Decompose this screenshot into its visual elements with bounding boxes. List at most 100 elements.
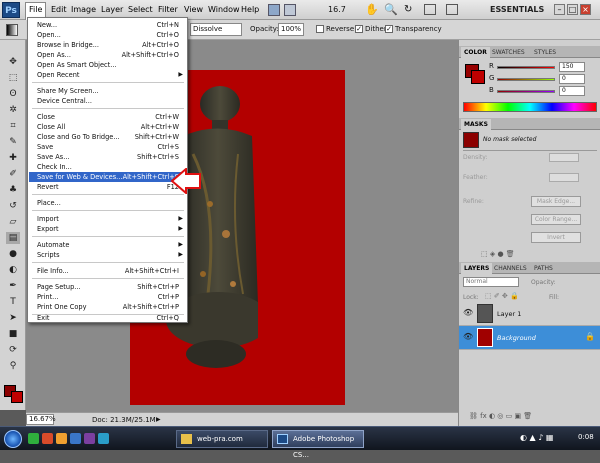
system-tray-icons[interactable]: ◐ ▲ ♪ ▦ <box>520 433 553 442</box>
magic-wand-tool-icon[interactable]: ✲ <box>6 104 20 116</box>
zoom-readout[interactable]: 16.7 <box>328 5 346 14</box>
zoom-tool-icon[interactable]: ⚲ <box>6 360 20 372</box>
blur-tool-icon[interactable]: ● <box>6 248 20 260</box>
bridge-icon[interactable] <box>268 4 280 16</box>
dither-checkbox[interactable]: ✓ <box>355 25 363 33</box>
menu-item-close[interactable]: Close Ctrl+W <box>29 112 186 122</box>
background-color-swatch[interactable] <box>471 70 485 84</box>
menu-item-page-setup[interactable]: Page Setup... Shift+Ctrl+P <box>29 282 186 292</box>
opacity-field[interactable]: 100% <box>278 23 304 36</box>
menu-item-place[interactable]: Place... <box>29 198 186 208</box>
green-value-field[interactable]: 0 <box>559 74 585 84</box>
green-slider[interactable] <box>497 78 555 81</box>
blue-slider[interactable] <box>497 90 555 93</box>
menu-item-exit[interactable]: Exit Ctrl+Q <box>29 314 186 323</box>
tab-paths[interactable]: PATHS <box>531 263 556 274</box>
status-menu-arrow-icon[interactable]: ▶ <box>156 416 161 423</box>
start-button[interactable] <box>4 430 22 448</box>
layer-footer-icons[interactable]: ⛓ fx ◐ ◎ ▭ ▣ 🗑 <box>469 412 532 420</box>
lock-icons[interactable]: ⬚ ✐ ✥ 🔒 <box>485 292 519 300</box>
quicklaunch-icon[interactable] <box>56 433 67 444</box>
rotate-view-icon[interactable]: ↻ <box>404 4 412 15</box>
tab-masks[interactable]: MASKS <box>461 119 491 130</box>
brush-tool-icon[interactable]: ✐ <box>6 168 20 180</box>
taskbar-item-folder[interactable]: web-pra.com <box>176 430 268 448</box>
color-range-button[interactable]: Color Range... <box>531 214 581 225</box>
menu-item-share-my-screen[interactable]: Share My Screen... <box>29 86 186 96</box>
eyedropper-tool-icon[interactable]: ✎ <box>6 136 20 148</box>
3d-rotate-tool-icon[interactable]: ⟳ <box>6 344 20 356</box>
menu-item-scripts[interactable]: Scripts ▶ <box>29 250 186 260</box>
invert-button[interactable]: Invert <box>531 232 581 243</box>
menu-item-save-for-web[interactable]: Save for Web & Devices... Alt+Shift+Ctrl+… <box>29 172 186 182</box>
menu-item-open-as-smart-object[interactable]: Open As Smart Object... <box>29 60 186 70</box>
dodge-tool-icon[interactable]: ◐ <box>6 264 20 276</box>
quicklaunch-icon[interactable] <box>98 433 109 444</box>
menu-image[interactable]: Image <box>68 4 99 16</box>
visibility-eye-icon[interactable]: 👁 <box>463 333 473 341</box>
move-tool-icon[interactable]: ✥ <box>6 56 20 68</box>
close-icon[interactable]: × <box>580 4 591 15</box>
menu-select[interactable]: Select <box>125 4 156 16</box>
screen-mode-icon[interactable] <box>446 4 458 15</box>
gradient-preview-icon[interactable] <box>6 24 18 36</box>
layer-row-background[interactable]: 👁 Background 🔒 <box>459 326 600 350</box>
blue-value-field[interactable]: 0 <box>559 86 585 96</box>
lasso-tool-icon[interactable]: ʘ <box>6 88 20 100</box>
menu-item-save-as[interactable]: Save As... Shift+Ctrl+S <box>29 152 186 162</box>
menu-item-check-in[interactable]: Check In... <box>29 162 186 172</box>
mini-bridge-icon[interactable] <box>284 4 296 16</box>
maximize-icon[interactable]: □ <box>567 4 578 15</box>
menu-view[interactable]: View <box>181 4 206 16</box>
menu-help[interactable]: Help <box>238 4 262 16</box>
menu-edit[interactable]: Edit <box>48 4 70 16</box>
menu-window[interactable]: Window <box>205 4 243 16</box>
menu-item-device-central[interactable]: Device Central... <box>29 96 186 106</box>
type-tool-icon[interactable]: T <box>6 296 20 308</box>
shape-tool-icon[interactable]: ■ <box>6 328 20 340</box>
quicklaunch-icon[interactable] <box>70 433 81 444</box>
minimize-icon[interactable]: – <box>554 4 565 15</box>
history-brush-tool-icon[interactable]: ↺ <box>6 200 20 212</box>
path-selection-tool-icon[interactable]: ➤ <box>6 312 20 324</box>
quicklaunch-icon[interactable] <box>84 433 95 444</box>
document-size[interactable]: Doc: 21.3M/25.1M <box>92 415 156 425</box>
reverse-checkbox[interactable] <box>316 25 324 33</box>
menu-layer[interactable]: Layer <box>98 4 126 16</box>
tab-channels[interactable]: CHANNELS <box>491 263 530 274</box>
menu-item-new[interactable]: New... Ctrl+N <box>29 20 186 30</box>
menu-item-print[interactable]: Print... Ctrl+P <box>29 292 186 302</box>
marquee-tool-icon[interactable]: ⬚ <box>6 72 20 84</box>
menu-item-export[interactable]: Export ▶ <box>29 224 186 234</box>
density-field[interactable] <box>549 153 579 162</box>
tab-swatches[interactable]: SWATCHES <box>489 47 528 58</box>
menu-item-file-info[interactable]: File Info... Alt+Shift+Ctrl+I <box>29 266 186 276</box>
zoom-tool-icon[interactable]: 🔍 <box>384 3 398 16</box>
mask-footer-icons[interactable]: ⬚ ◈ ● 🗑 <box>481 250 515 258</box>
menu-item-revert[interactable]: Revert F12 <box>29 182 186 192</box>
menu-item-open-as[interactable]: Open As... Alt+Shift+Ctrl+O <box>29 50 186 60</box>
workspace-switcher[interactable]: ESSENTIALS <box>490 5 544 14</box>
menu-item-browse-in-bridge[interactable]: Browse in Bridge... Alt+Ctrl+O <box>29 40 186 50</box>
hand-tool-icon[interactable]: ✋ <box>365 3 379 16</box>
crop-tool-icon[interactable]: ⌗ <box>6 120 20 132</box>
visibility-eye-icon[interactable]: 👁 <box>463 309 473 317</box>
clone-stamp-tool-icon[interactable]: ♣ <box>6 184 20 196</box>
zoom-field[interactable]: 16.67% <box>26 414 56 425</box>
menu-item-print-one-copy[interactable]: Print One Copy Alt+Shift+Ctrl+P <box>29 302 186 312</box>
background-color-swatch[interactable] <box>11 391 23 403</box>
menu-item-automate[interactable]: Automate ▶ <box>29 240 186 250</box>
menu-item-close-and-go-to-bridge[interactable]: Close and Go To Bridge... Shift+Ctrl+W <box>29 132 186 142</box>
red-value-field[interactable]: 150 <box>559 62 585 72</box>
eraser-tool-icon[interactable]: ▱ <box>6 216 20 228</box>
tab-layers[interactable]: LAYERS <box>461 263 493 274</box>
blend-mode-select[interactable]: Normal <box>463 277 519 287</box>
layer-row-layer-1[interactable]: 👁 Layer 1 <box>459 302 600 326</box>
menu-item-import[interactable]: Import ▶ <box>29 214 186 224</box>
feather-field[interactable] <box>549 173 579 182</box>
tab-color[interactable]: COLOR <box>461 47 490 58</box>
menu-item-open[interactable]: Open... Ctrl+O <box>29 30 186 40</box>
menu-item-close-all[interactable]: Close All Alt+Ctrl+W <box>29 122 186 132</box>
pen-tool-icon[interactable]: ✒ <box>6 280 20 292</box>
menu-item-open-recent[interactable]: Open Recent ▶ <box>29 70 186 80</box>
